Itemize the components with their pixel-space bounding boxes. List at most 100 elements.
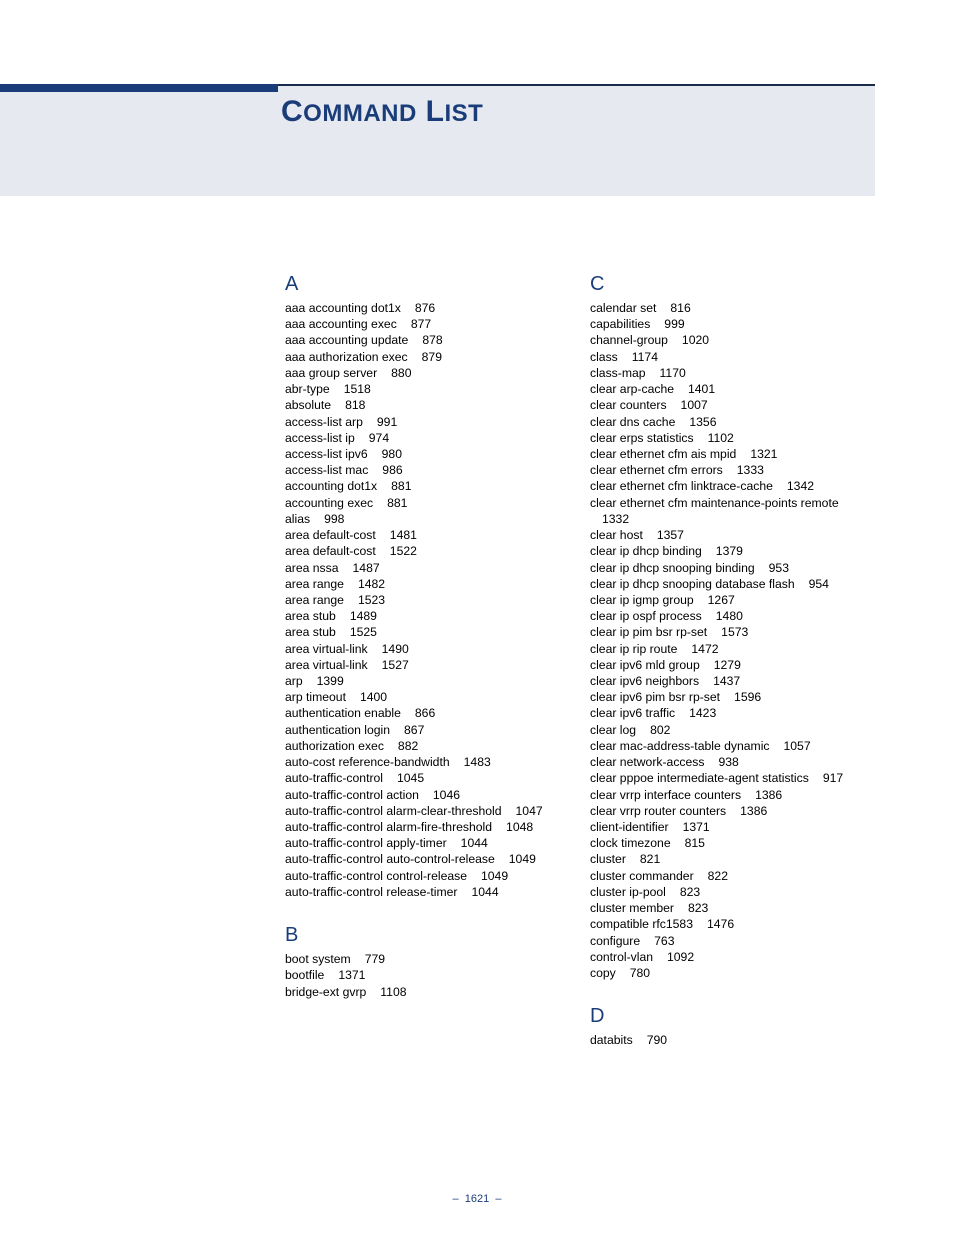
index-entry: auto-traffic-control alarm-clear-thresho…	[285, 803, 570, 819]
command-name: auto-traffic-control action	[285, 788, 419, 802]
page-ref: 1487	[353, 561, 380, 575]
index-entry: area range 1523	[285, 592, 570, 608]
command-name: clear ip dhcp snooping database flash	[590, 577, 795, 591]
index-entry: clear ipv6 mld group 1279	[590, 657, 875, 673]
index-entry: accounting dot1x 881	[285, 478, 570, 494]
page-ref: 1386	[755, 788, 782, 802]
command-name: bridge-ext gvrp	[285, 985, 366, 999]
index-entry: configure 763	[590, 933, 875, 949]
page-ref: 1523	[358, 593, 385, 607]
command-name: access-list ipv6	[285, 447, 368, 461]
page-ref: 877	[411, 317, 431, 331]
command-name: clear dns cache	[590, 415, 675, 429]
page-ref: 1045	[397, 771, 424, 785]
command-name: aaa authorization exec	[285, 350, 408, 364]
page-ref: 1490	[382, 642, 409, 656]
command-name: clear network-access	[590, 755, 704, 769]
page-ref: 1044	[461, 836, 488, 850]
page-ref: 1518	[344, 382, 371, 396]
index-entry: clear ipv6 traffic 1423	[590, 705, 875, 721]
header-rule	[278, 84, 875, 86]
command-name: clear ipv6 traffic	[590, 706, 675, 720]
page-ref: 1423	[689, 706, 716, 720]
index-entry: aaa group server 880	[285, 365, 570, 381]
command-name: databits	[590, 1033, 633, 1047]
index-entry: cluster ip-pool 823	[590, 884, 875, 900]
index-entry: abr-type 1518	[285, 381, 570, 397]
index-entry: authorization exec 882	[285, 738, 570, 754]
command-name: class	[590, 350, 618, 364]
command-name: clear ip dhcp binding	[590, 544, 702, 558]
index-entry: aaa accounting update 878	[285, 332, 570, 348]
index-entry: clear ethernet cfm errors 1333	[590, 462, 875, 478]
index-entry: area nssa 1487	[285, 560, 570, 576]
command-name: cluster commander	[590, 869, 694, 883]
index-entry: area stub 1489	[285, 608, 570, 624]
index-entry: clear ip dhcp binding 1379	[590, 543, 875, 559]
page-ref: 1333	[737, 463, 764, 477]
page-ref: 1379	[716, 544, 743, 558]
index-entry: cluster member 823	[590, 900, 875, 916]
command-name: clear ip igmp group	[590, 593, 694, 607]
page-ref: 823	[680, 885, 700, 899]
index-entry: access-list mac 986	[285, 462, 570, 478]
index-column: Ccalendar set 816capabilities 999channel…	[590, 273, 875, 1072]
page-ref: 763	[654, 934, 674, 948]
page-ref: 1401	[688, 382, 715, 396]
index-entry: clear counters 1007	[590, 397, 875, 413]
page-ref: 815	[685, 836, 705, 850]
command-name: clear vrrp router counters	[590, 804, 726, 818]
index-entry: client-identifier 1371	[590, 819, 875, 835]
page-ref: 816	[670, 301, 690, 315]
command-name: control-vlan	[590, 950, 653, 964]
index-section: Bboot system 779bootfile 1371bridge-ext …	[285, 924, 570, 1000]
index-entry: copy 780	[590, 965, 875, 981]
index-entry: clear pppoe intermediate-agent statistic…	[590, 770, 875, 786]
page-ref: 1437	[713, 674, 740, 688]
page-ref: 1044	[472, 885, 499, 899]
command-name: clear ethernet cfm linktrace-cache	[590, 479, 773, 493]
page-ref: 954	[809, 577, 829, 591]
command-name: area virtual-link	[285, 658, 368, 672]
page-ref: 1482	[358, 577, 385, 591]
page-ref: 880	[391, 366, 411, 380]
index-entry: auto-traffic-control control-release 104…	[285, 868, 570, 884]
command-name: area stub	[285, 609, 336, 623]
command-name: configure	[590, 934, 640, 948]
command-name: clear ipv6 pim bsr rp-set	[590, 690, 720, 704]
page-ref: 1046	[433, 788, 460, 802]
page-ref: 1321	[750, 447, 777, 461]
page-ref: 1332	[602, 512, 629, 526]
command-name: accounting exec	[285, 496, 373, 510]
page-footer: – 1621 –	[0, 1193, 954, 1205]
page-ref: 1371	[683, 820, 710, 834]
page-ref: 1596	[734, 690, 761, 704]
index-entry: databits 790	[590, 1032, 875, 1048]
index-entry: class-map 1170	[590, 365, 875, 381]
page-ref: 881	[391, 479, 411, 493]
page-ref: 1476	[707, 917, 734, 931]
page-ref: 1357	[657, 528, 684, 542]
index-entry: clear ip dhcp snooping database flash 95…	[590, 576, 875, 592]
command-name: area stub	[285, 625, 336, 639]
page-ref: 1481	[390, 528, 417, 542]
page-ref: 1489	[350, 609, 377, 623]
command-name: authorization exec	[285, 739, 384, 753]
command-name: clear pppoe intermediate-agent statistic…	[590, 771, 809, 785]
command-name: clear log	[590, 723, 636, 737]
index-entry: calendar set 816	[590, 300, 875, 316]
command-name: clear ethernet cfm errors	[590, 463, 723, 477]
command-name: area default-cost	[285, 544, 376, 558]
index-entry: clear ip igmp group 1267	[590, 592, 875, 608]
page-ref: 802	[650, 723, 670, 737]
command-name: arp	[285, 674, 303, 688]
command-name: boot system	[285, 952, 351, 966]
index-entry: auto-traffic-control auto-control-releas…	[285, 851, 570, 867]
command-name: aaa accounting exec	[285, 317, 397, 331]
index-entry: cluster commander 822	[590, 868, 875, 884]
page-ref: 1174	[632, 350, 658, 364]
command-name: auto-traffic-control control-release	[285, 869, 467, 883]
page-title: COMMAND LIST	[281, 95, 483, 129]
section-letter: C	[590, 273, 875, 296]
command-name: cluster	[590, 852, 626, 866]
